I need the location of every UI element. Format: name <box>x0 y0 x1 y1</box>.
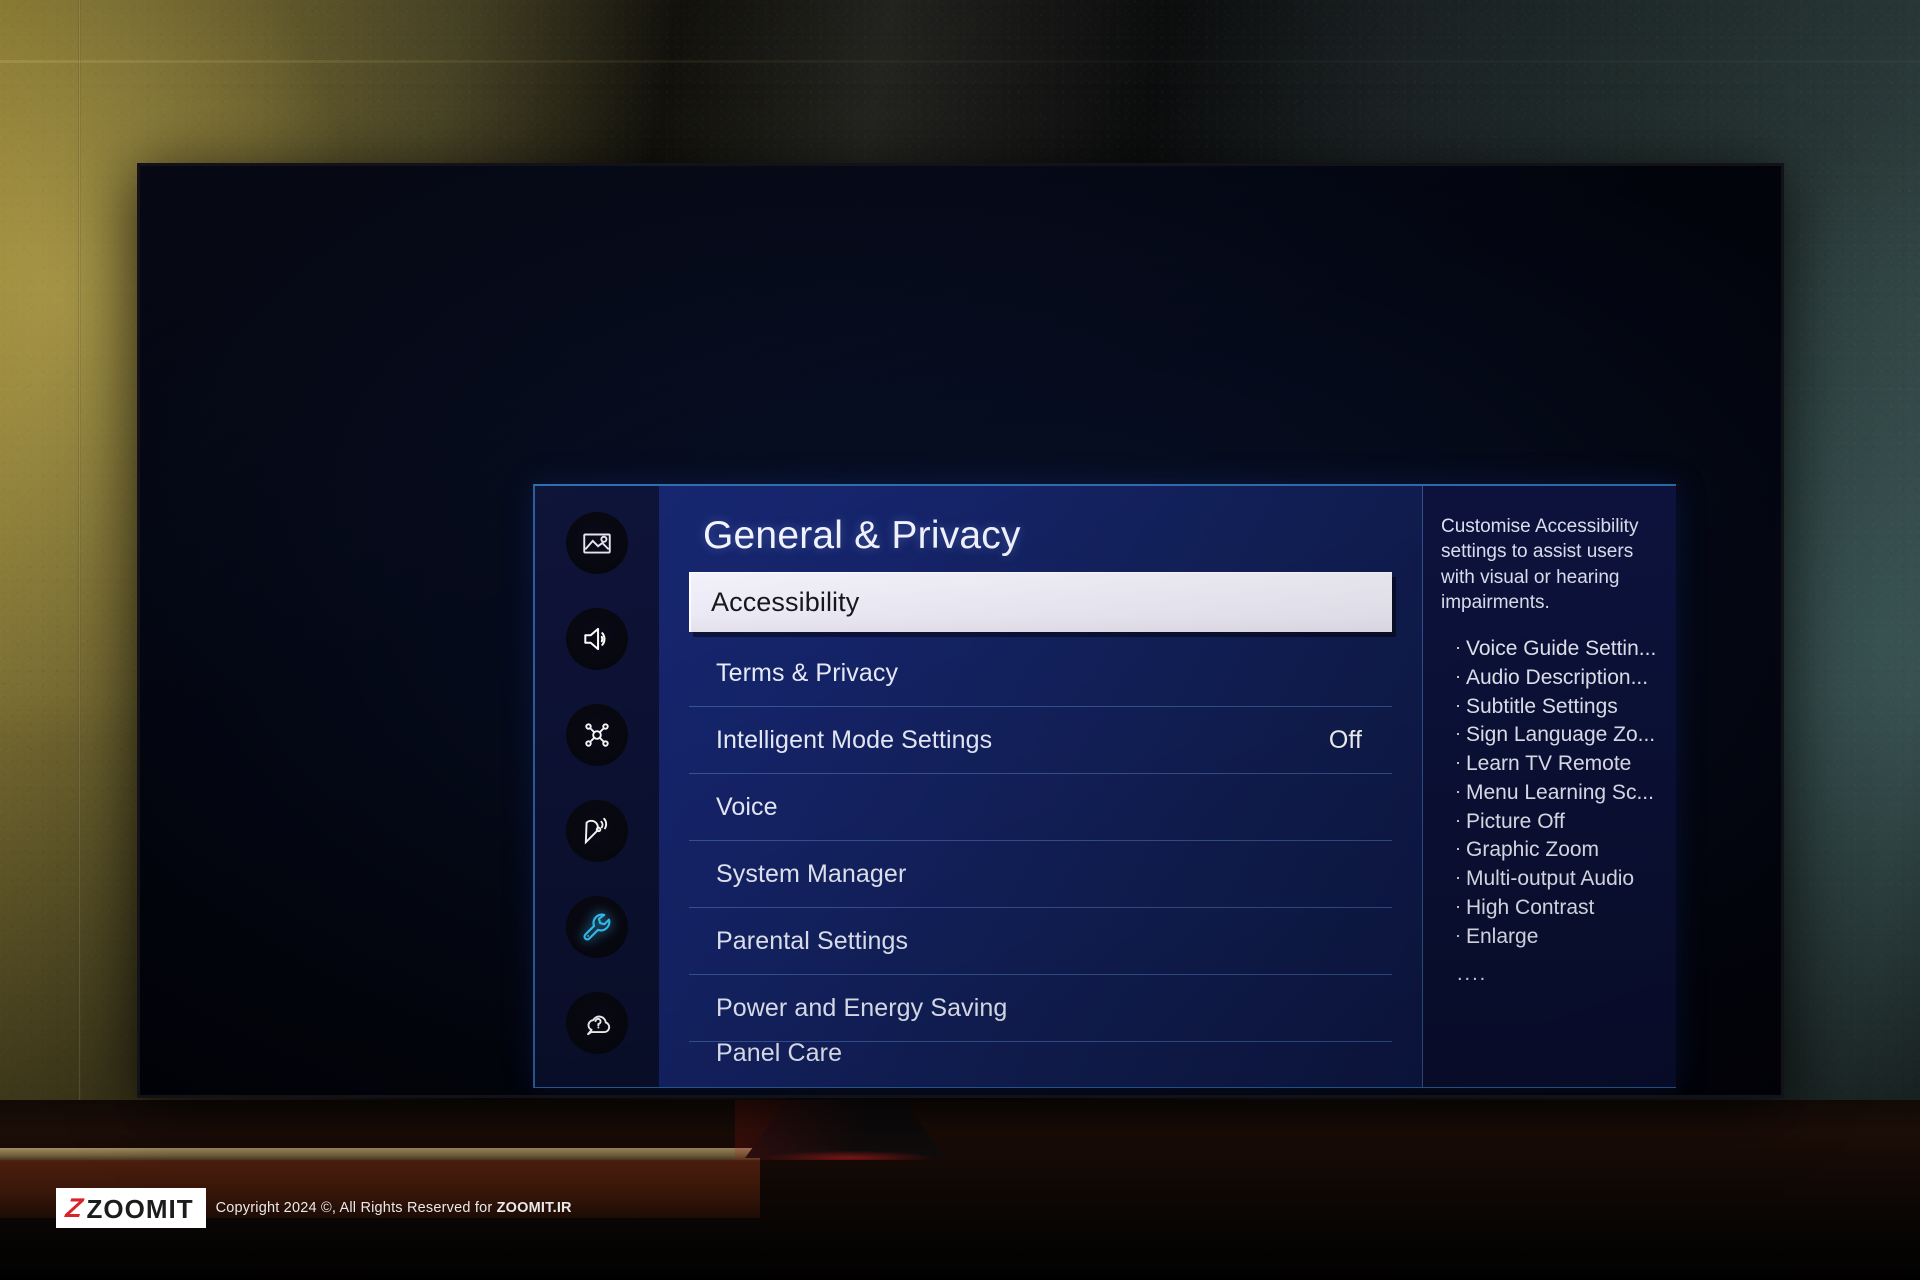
list-item: · Sign Language Zo... <box>1455 721 1660 750</box>
list-item: · Menu Learning Sc... <box>1455 779 1660 808</box>
bullet-icon: · <box>1455 895 1461 916</box>
menu-item-value: Off <box>1328 725 1362 754</box>
menu-item-power-and-energy-saving[interactable]: Power and Energy Saving <box>689 975 1392 1042</box>
list-item-label: Picture Off <box>1466 809 1565 833</box>
menu-item-label: Voice <box>716 792 778 821</box>
bullet-icon: · <box>1455 924 1461 945</box>
watermark: Z ZOOMIT Copyright 2024 ©, All Rights Re… <box>56 1188 572 1228</box>
description-pane: Customise Accessibility settings to assi… <box>1422 486 1676 1087</box>
list-item: · High Contrast <box>1455 894 1660 923</box>
list-item: · Picture Off <box>1455 808 1660 837</box>
wall-seam-left <box>78 0 81 1160</box>
broadcast-icon <box>580 814 614 848</box>
list-item-label: High Contrast <box>1466 895 1595 919</box>
menu-item-label: System Manager <box>716 859 907 888</box>
list-item: · Subtitle Settings <box>1455 693 1660 722</box>
bullet-icon: · <box>1455 665 1461 686</box>
settings-menu-overlay: General & Privacy Accessibility Terms & … <box>533 484 1676 1088</box>
list-item-label: Voice Guide Settin... <box>1466 637 1657 661</box>
menu-item-panel-care[interactable]: Panel Care <box>689 1042 1392 1082</box>
bullet-icon: · <box>1455 637 1461 658</box>
sidebar-item-general-privacy[interactable] <box>566 896 628 958</box>
watermark-copyright-text: Copyright 2024 ©, All Rights Reserved fo… <box>215 1200 497 1216</box>
picture-icon <box>580 526 614 560</box>
description-feature-list: · Voice Guide Settin... · Audio Descriptio… <box>1441 635 1660 951</box>
list-item-label: Multi-output Audio <box>1466 867 1635 891</box>
bullet-icon: · <box>1455 780 1461 801</box>
menu-item-voice[interactable]: Voice <box>689 774 1392 841</box>
menu-item-label: Parental Settings <box>716 926 909 955</box>
connection-icon <box>580 718 614 752</box>
sidebar-item-connection[interactable] <box>566 704 628 766</box>
list-item: · Learn TV Remote <box>1455 750 1660 779</box>
sidebar-item-picture[interactable] <box>566 512 628 574</box>
wall-seam-horizontal <box>0 60 1920 63</box>
list-item: · Audio Description... <box>1455 664 1660 693</box>
list-item-label: Sign Language Zo... <box>1466 723 1656 747</box>
help-cloud-icon <box>580 1006 614 1040</box>
settings-list-pane: General & Privacy Accessibility Terms & … <box>659 486 1422 1087</box>
description-more-indicator: .... <box>1457 963 1488 986</box>
television: General & Privacy Accessibility Terms & … <box>137 163 1784 1098</box>
list-item-label: Subtitle Settings <box>1466 694 1618 718</box>
bullet-icon: · <box>1455 838 1461 859</box>
menu-item-label: Panel Care <box>716 1042 843 1067</box>
tv-screen: General & Privacy Accessibility Terms & … <box>140 166 1781 1095</box>
room-scene: General & Privacy Accessibility Terms & … <box>0 0 1920 1280</box>
list-item-label: Enlarge <box>1466 924 1539 948</box>
settings-category-rail <box>535 486 659 1087</box>
bullet-icon: · <box>1455 694 1461 715</box>
menu-item-label: Power and Energy Saving <box>716 993 1008 1022</box>
sidebar-item-broadcast[interactable] <box>566 800 628 862</box>
list-item: · Graphic Zoom <box>1455 836 1660 865</box>
list-item-label: Learn TV Remote <box>1466 752 1632 776</box>
bullet-icon: · <box>1455 752 1461 773</box>
page-title: General & Privacy <box>703 514 1021 557</box>
bullet-icon: · <box>1455 723 1461 744</box>
menu-item-system-manager[interactable]: System Manager <box>689 841 1392 908</box>
list-item: · Voice Guide Settin... <box>1455 635 1660 664</box>
sidebar-item-sound[interactable] <box>566 608 628 670</box>
bullet-icon: · <box>1455 867 1461 888</box>
wrench-icon <box>580 910 614 944</box>
menu-item-parental-settings[interactable]: Parental Settings <box>689 908 1392 975</box>
list-item: · Enlarge <box>1455 923 1660 952</box>
menu-item-label: Accessibility <box>711 587 860 617</box>
list-item-label: Menu Learning Sc... <box>1466 780 1654 804</box>
description-text: Customise Accessibility settings to assi… <box>1441 516 1639 613</box>
list-item-label: Graphic Zoom <box>1466 838 1600 862</box>
watermark-brand-name: ZOOMIT <box>86 1193 194 1224</box>
list-item: · Multi-output Audio <box>1455 865 1660 894</box>
bullet-icon: · <box>1455 809 1461 830</box>
menu-item-label: Terms & Privacy <box>716 658 899 687</box>
watermark-copyright: Copyright 2024 ©, All Rights Reserved fo… <box>216 1200 572 1216</box>
menu-item-terms-privacy[interactable]: Terms & Privacy <box>689 640 1392 707</box>
menu-item-intelligent-mode-settings[interactable]: Intelligent Mode Settings Off <box>689 707 1392 774</box>
list-item-label: Audio Description... <box>1466 665 1649 689</box>
speaker-icon <box>580 622 614 656</box>
menu-item-accessibility[interactable]: Accessibility <box>689 572 1392 632</box>
menu-item-label: Intelligent Mode Settings <box>716 725 993 754</box>
watermark-copyright-site: ZOOMIT.IR <box>496 1200 572 1216</box>
watermark-logo: Z ZOOMIT <box>56 1188 206 1228</box>
zoomit-z-icon: Z <box>63 1193 82 1223</box>
sidebar-item-support[interactable] <box>566 992 628 1054</box>
